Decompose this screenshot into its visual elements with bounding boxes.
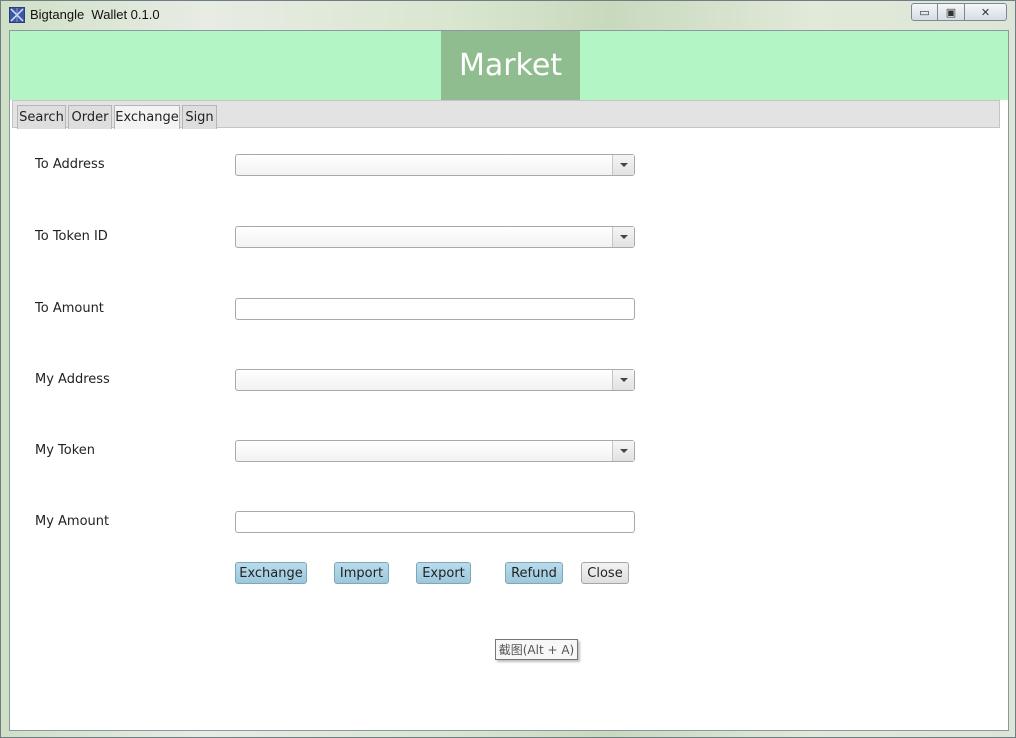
maximize-icon: ▣ bbox=[945, 5, 957, 19]
tab-search[interactable]: Search bbox=[17, 105, 66, 129]
minimize-button[interactable]: ▭ bbox=[911, 3, 938, 21]
title-bar[interactable]: Bigtangle Wallet 0.1.0 ▭ ▣ ✕ bbox=[1, 1, 1015, 29]
my-address-label: My Address bbox=[35, 372, 110, 387]
tab-exchange[interactable]: Exchange bbox=[114, 105, 180, 129]
window-title: Bigtangle Wallet 0.1.0 bbox=[30, 7, 160, 22]
tab-order[interactable]: Order bbox=[68, 105, 112, 129]
chevron-down-icon[interactable] bbox=[612, 155, 634, 175]
close-window-button[interactable]: ✕ bbox=[965, 3, 1007, 21]
window-controls: ▭ ▣ ✕ bbox=[911, 3, 1007, 21]
close-button[interactable]: Close bbox=[581, 562, 629, 584]
exchange-button[interactable]: Exchange bbox=[235, 562, 307, 584]
my-amount-label: My Amount bbox=[35, 514, 110, 529]
screenshot-tooltip: 截图(Alt + A) bbox=[495, 639, 578, 660]
to-token-id-combo[interactable] bbox=[235, 226, 635, 248]
to-address-label: To Address bbox=[35, 157, 105, 172]
minimize-icon: ▭ bbox=[919, 5, 930, 19]
app-logo-icon bbox=[9, 7, 25, 23]
to-token-id-label: To Token ID bbox=[35, 229, 108, 244]
market-title-box: Market bbox=[441, 31, 580, 100]
header-band: Market bbox=[10, 31, 1008, 100]
chevron-down-icon[interactable] bbox=[612, 441, 634, 461]
to-address-combo[interactable] bbox=[235, 154, 635, 176]
import-button[interactable]: Import bbox=[334, 562, 389, 584]
maximize-button[interactable]: ▣ bbox=[938, 3, 965, 21]
chevron-down-icon[interactable] bbox=[612, 370, 634, 390]
tab-bar: Search Order Exchange Sign bbox=[12, 100, 1000, 129]
client-area: Market Search Order Exchange Sign To Add… bbox=[9, 30, 1009, 731]
my-address-combo[interactable] bbox=[235, 369, 635, 391]
chevron-down-icon[interactable] bbox=[612, 227, 634, 247]
tab-sign[interactable]: Sign bbox=[182, 105, 217, 129]
my-token-combo[interactable] bbox=[235, 440, 635, 462]
to-amount-label: To Amount bbox=[35, 301, 104, 316]
to-amount-field[interactable] bbox=[235, 298, 635, 320]
page-title: Market bbox=[458, 48, 563, 83]
my-token-label: My Token bbox=[35, 443, 96, 458]
export-button[interactable]: Export bbox=[416, 562, 471, 584]
my-amount-field[interactable] bbox=[235, 511, 635, 533]
close-icon: ✕ bbox=[980, 5, 991, 19]
refund-button[interactable]: Refund bbox=[505, 562, 563, 584]
app-window: Bigtangle Wallet 0.1.0 ▭ ▣ ✕ Market Sear… bbox=[0, 0, 1016, 738]
